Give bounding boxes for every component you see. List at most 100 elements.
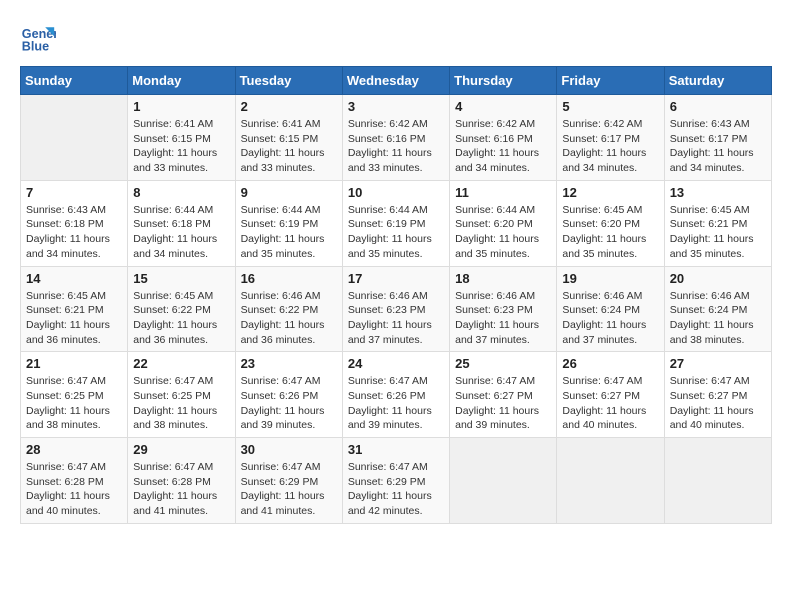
day-info: Sunrise: 6:46 AMSunset: 6:23 PMDaylight:… (348, 289, 444, 348)
calendar-cell: 24 Sunrise: 6:47 AMSunset: 6:26 PMDaylig… (342, 352, 449, 438)
calendar-week-row: 7 Sunrise: 6:43 AMSunset: 6:18 PMDayligh… (21, 180, 772, 266)
day-info: Sunrise: 6:45 AMSunset: 6:21 PMDaylight:… (670, 203, 766, 262)
svg-text:Blue: Blue (22, 40, 49, 54)
day-number: 22 (133, 356, 229, 371)
calendar-cell: 11 Sunrise: 6:44 AMSunset: 6:20 PMDaylig… (450, 180, 557, 266)
day-number: 19 (562, 271, 658, 286)
weekday-header: Friday (557, 67, 664, 95)
calendar-cell: 16 Sunrise: 6:46 AMSunset: 6:22 PMDaylig… (235, 266, 342, 352)
day-info: Sunrise: 6:47 AMSunset: 6:27 PMDaylight:… (562, 374, 658, 433)
day-info: Sunrise: 6:43 AMSunset: 6:17 PMDaylight:… (670, 117, 766, 176)
calendar-cell: 28 Sunrise: 6:47 AMSunset: 6:28 PMDaylig… (21, 438, 128, 524)
calendar-cell: 30 Sunrise: 6:47 AMSunset: 6:29 PMDaylig… (235, 438, 342, 524)
calendar-cell: 22 Sunrise: 6:47 AMSunset: 6:25 PMDaylig… (128, 352, 235, 438)
day-info: Sunrise: 6:45 AMSunset: 6:22 PMDaylight:… (133, 289, 229, 348)
calendar-header: SundayMondayTuesdayWednesdayThursdayFrid… (21, 67, 772, 95)
calendar-cell: 8 Sunrise: 6:44 AMSunset: 6:18 PMDayligh… (128, 180, 235, 266)
day-info: Sunrise: 6:44 AMSunset: 6:20 PMDaylight:… (455, 203, 551, 262)
day-number: 14 (26, 271, 122, 286)
calendar-week-row: 21 Sunrise: 6:47 AMSunset: 6:25 PMDaylig… (21, 352, 772, 438)
day-info: Sunrise: 6:47 AMSunset: 6:28 PMDaylight:… (26, 460, 122, 519)
day-number: 12 (562, 185, 658, 200)
day-info: Sunrise: 6:43 AMSunset: 6:18 PMDaylight:… (26, 203, 122, 262)
weekday-header: Saturday (664, 67, 771, 95)
day-info: Sunrise: 6:45 AMSunset: 6:21 PMDaylight:… (26, 289, 122, 348)
day-info: Sunrise: 6:41 AMSunset: 6:15 PMDaylight:… (133, 117, 229, 176)
day-number: 11 (455, 185, 551, 200)
calendar-cell: 14 Sunrise: 6:45 AMSunset: 6:21 PMDaylig… (21, 266, 128, 352)
day-number: 13 (670, 185, 766, 200)
calendar-cell: 19 Sunrise: 6:46 AMSunset: 6:24 PMDaylig… (557, 266, 664, 352)
calendar-cell (450, 438, 557, 524)
calendar-week-row: 1 Sunrise: 6:41 AMSunset: 6:15 PMDayligh… (21, 95, 772, 181)
day-number: 10 (348, 185, 444, 200)
day-info: Sunrise: 6:42 AMSunset: 6:16 PMDaylight:… (455, 117, 551, 176)
calendar-cell: 17 Sunrise: 6:46 AMSunset: 6:23 PMDaylig… (342, 266, 449, 352)
calendar-cell: 29 Sunrise: 6:47 AMSunset: 6:28 PMDaylig… (128, 438, 235, 524)
day-number: 29 (133, 442, 229, 457)
calendar-cell: 21 Sunrise: 6:47 AMSunset: 6:25 PMDaylig… (21, 352, 128, 438)
day-info: Sunrise: 6:47 AMSunset: 6:27 PMDaylight:… (670, 374, 766, 433)
calendar-cell: 23 Sunrise: 6:47 AMSunset: 6:26 PMDaylig… (235, 352, 342, 438)
day-number: 4 (455, 99, 551, 114)
calendar-cell: 5 Sunrise: 6:42 AMSunset: 6:17 PMDayligh… (557, 95, 664, 181)
weekday-header: Sunday (21, 67, 128, 95)
day-number: 1 (133, 99, 229, 114)
day-number: 16 (241, 271, 337, 286)
calendar-cell: 2 Sunrise: 6:41 AMSunset: 6:15 PMDayligh… (235, 95, 342, 181)
logo: General Blue (20, 20, 56, 56)
day-number: 27 (670, 356, 766, 371)
day-number: 2 (241, 99, 337, 114)
calendar-cell: 12 Sunrise: 6:45 AMSunset: 6:20 PMDaylig… (557, 180, 664, 266)
day-info: Sunrise: 6:47 AMSunset: 6:25 PMDaylight:… (133, 374, 229, 433)
day-number: 7 (26, 185, 122, 200)
day-number: 3 (348, 99, 444, 114)
day-number: 31 (348, 442, 444, 457)
calendar-table: SundayMondayTuesdayWednesdayThursdayFrid… (20, 66, 772, 524)
calendar-cell: 6 Sunrise: 6:43 AMSunset: 6:17 PMDayligh… (664, 95, 771, 181)
page-header: General Blue (20, 20, 772, 56)
calendar-cell: 4 Sunrise: 6:42 AMSunset: 6:16 PMDayligh… (450, 95, 557, 181)
day-number: 5 (562, 99, 658, 114)
weekday-header: Tuesday (235, 67, 342, 95)
day-number: 28 (26, 442, 122, 457)
day-info: Sunrise: 6:47 AMSunset: 6:28 PMDaylight:… (133, 460, 229, 519)
day-number: 30 (241, 442, 337, 457)
weekday-header: Thursday (450, 67, 557, 95)
calendar-cell (21, 95, 128, 181)
calendar-cell: 18 Sunrise: 6:46 AMSunset: 6:23 PMDaylig… (450, 266, 557, 352)
calendar-cell: 27 Sunrise: 6:47 AMSunset: 6:27 PMDaylig… (664, 352, 771, 438)
day-info: Sunrise: 6:42 AMSunset: 6:16 PMDaylight:… (348, 117, 444, 176)
day-number: 6 (670, 99, 766, 114)
day-info: Sunrise: 6:44 AMSunset: 6:18 PMDaylight:… (133, 203, 229, 262)
day-info: Sunrise: 6:46 AMSunset: 6:24 PMDaylight:… (670, 289, 766, 348)
calendar-cell: 10 Sunrise: 6:44 AMSunset: 6:19 PMDaylig… (342, 180, 449, 266)
day-info: Sunrise: 6:47 AMSunset: 6:26 PMDaylight:… (241, 374, 337, 433)
day-info: Sunrise: 6:47 AMSunset: 6:29 PMDaylight:… (241, 460, 337, 519)
day-info: Sunrise: 6:42 AMSunset: 6:17 PMDaylight:… (562, 117, 658, 176)
day-number: 8 (133, 185, 229, 200)
day-info: Sunrise: 6:44 AMSunset: 6:19 PMDaylight:… (241, 203, 337, 262)
calendar-cell: 31 Sunrise: 6:47 AMSunset: 6:29 PMDaylig… (342, 438, 449, 524)
calendar-week-row: 14 Sunrise: 6:45 AMSunset: 6:21 PMDaylig… (21, 266, 772, 352)
day-number: 25 (455, 356, 551, 371)
day-number: 18 (455, 271, 551, 286)
day-info: Sunrise: 6:41 AMSunset: 6:15 PMDaylight:… (241, 117, 337, 176)
day-info: Sunrise: 6:44 AMSunset: 6:19 PMDaylight:… (348, 203, 444, 262)
day-info: Sunrise: 6:47 AMSunset: 6:25 PMDaylight:… (26, 374, 122, 433)
day-number: 17 (348, 271, 444, 286)
weekday-header: Wednesday (342, 67, 449, 95)
calendar-cell: 26 Sunrise: 6:47 AMSunset: 6:27 PMDaylig… (557, 352, 664, 438)
calendar-cell: 9 Sunrise: 6:44 AMSunset: 6:19 PMDayligh… (235, 180, 342, 266)
day-info: Sunrise: 6:46 AMSunset: 6:23 PMDaylight:… (455, 289, 551, 348)
day-info: Sunrise: 6:47 AMSunset: 6:27 PMDaylight:… (455, 374, 551, 433)
calendar-cell: 15 Sunrise: 6:45 AMSunset: 6:22 PMDaylig… (128, 266, 235, 352)
calendar-cell: 3 Sunrise: 6:42 AMSunset: 6:16 PMDayligh… (342, 95, 449, 181)
day-info: Sunrise: 6:47 AMSunset: 6:26 PMDaylight:… (348, 374, 444, 433)
calendar-cell: 25 Sunrise: 6:47 AMSunset: 6:27 PMDaylig… (450, 352, 557, 438)
day-number: 15 (133, 271, 229, 286)
calendar-cell: 20 Sunrise: 6:46 AMSunset: 6:24 PMDaylig… (664, 266, 771, 352)
day-info: Sunrise: 6:47 AMSunset: 6:29 PMDaylight:… (348, 460, 444, 519)
day-number: 9 (241, 185, 337, 200)
day-info: Sunrise: 6:45 AMSunset: 6:20 PMDaylight:… (562, 203, 658, 262)
